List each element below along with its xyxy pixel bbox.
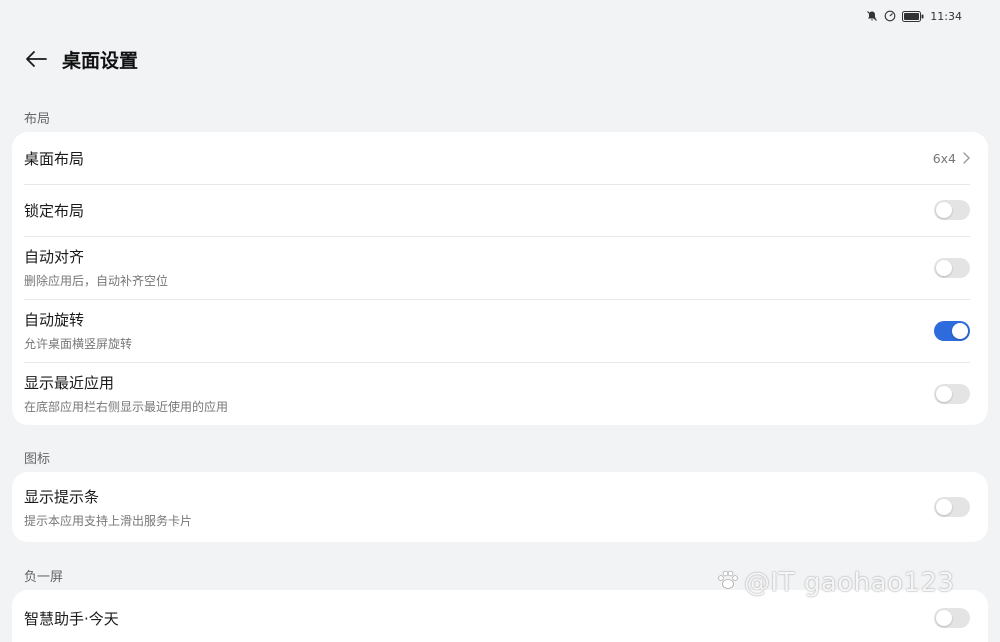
battery-icon — [902, 10, 924, 22]
setting-row-lock-layout: 锁定布局 — [12, 184, 988, 236]
icons-card: 显示提示条 提示本应用支持上滑出服务卡片 — [12, 472, 988, 542]
setting-subtitle: 允许桌面横竖屏旋转 — [24, 337, 133, 351]
speed-icon — [884, 10, 896, 22]
setting-row-auto-align: 自动对齐 删除应用后，自动补齐空位 — [12, 236, 988, 299]
status-bar: 11:34 — [866, 7, 962, 25]
setting-title: 智慧助手·今天 — [24, 610, 119, 628]
setting-title: 自动对齐 — [24, 248, 85, 266]
assistant-toggle[interactable] — [934, 608, 970, 628]
layout-card: 桌面布局 6x4 锁定布局 自动对齐 删除应用后，自动补齐空位 自动旋转 允许桌… — [12, 132, 988, 425]
setting-title: 锁定布局 — [24, 201, 85, 220]
setting-row-auto-rotate: 自动旋转 允许桌面横竖屏旋转 — [12, 299, 988, 362]
status-time: 11:34 — [930, 9, 962, 23]
recent-apps-toggle[interactable] — [934, 383, 970, 404]
setting-subtitle: 在底部应用栏右侧显示最近使用的应用 — [24, 400, 229, 414]
page-header: 桌面设置 — [22, 40, 138, 78]
auto-align-toggle[interactable] — [934, 257, 970, 278]
setting-subtitle: 删除应用后，自动补齐空位 — [24, 274, 169, 288]
setting-title: 自动旋转 — [24, 311, 85, 329]
page-title: 桌面设置 — [62, 49, 139, 72]
setting-value: 6x4 — [932, 150, 956, 166]
setting-row-recent-apps: 显示最近应用 在底部应用栏右侧显示最近使用的应用 — [12, 362, 988, 425]
hint-bar-toggle[interactable] — [934, 497, 970, 517]
minus-one-card: 智慧助手·今天 — [12, 590, 988, 642]
setting-subtitle: 提示本应用支持上滑出服务卡片 — [24, 513, 193, 528]
section-label-icons: 图标 — [24, 452, 51, 467]
section-label-layout: 布局 — [24, 112, 51, 127]
setting-row-assistant: 智慧助手·今天 — [12, 590, 988, 642]
setting-title: 显示提示条 — [24, 487, 100, 506]
lock-layout-toggle[interactable] — [934, 200, 970, 220]
setting-row-hint-bar: 显示提示条 提示本应用支持上滑出服务卡片 — [12, 472, 988, 542]
setting-title: 桌面布局 — [24, 149, 85, 168]
setting-title: 显示最近应用 — [24, 374, 115, 392]
setting-row-desktop-layout[interactable]: 桌面布局 6x4 — [12, 132, 988, 184]
bell-muted-icon — [866, 10, 878, 22]
auto-rotate-toggle[interactable] — [934, 320, 970, 341]
chevron-right-icon — [962, 149, 970, 168]
section-label-minus-one: 负一屏 — [24, 570, 64, 585]
arrow-left-icon[interactable] — [22, 45, 50, 73]
